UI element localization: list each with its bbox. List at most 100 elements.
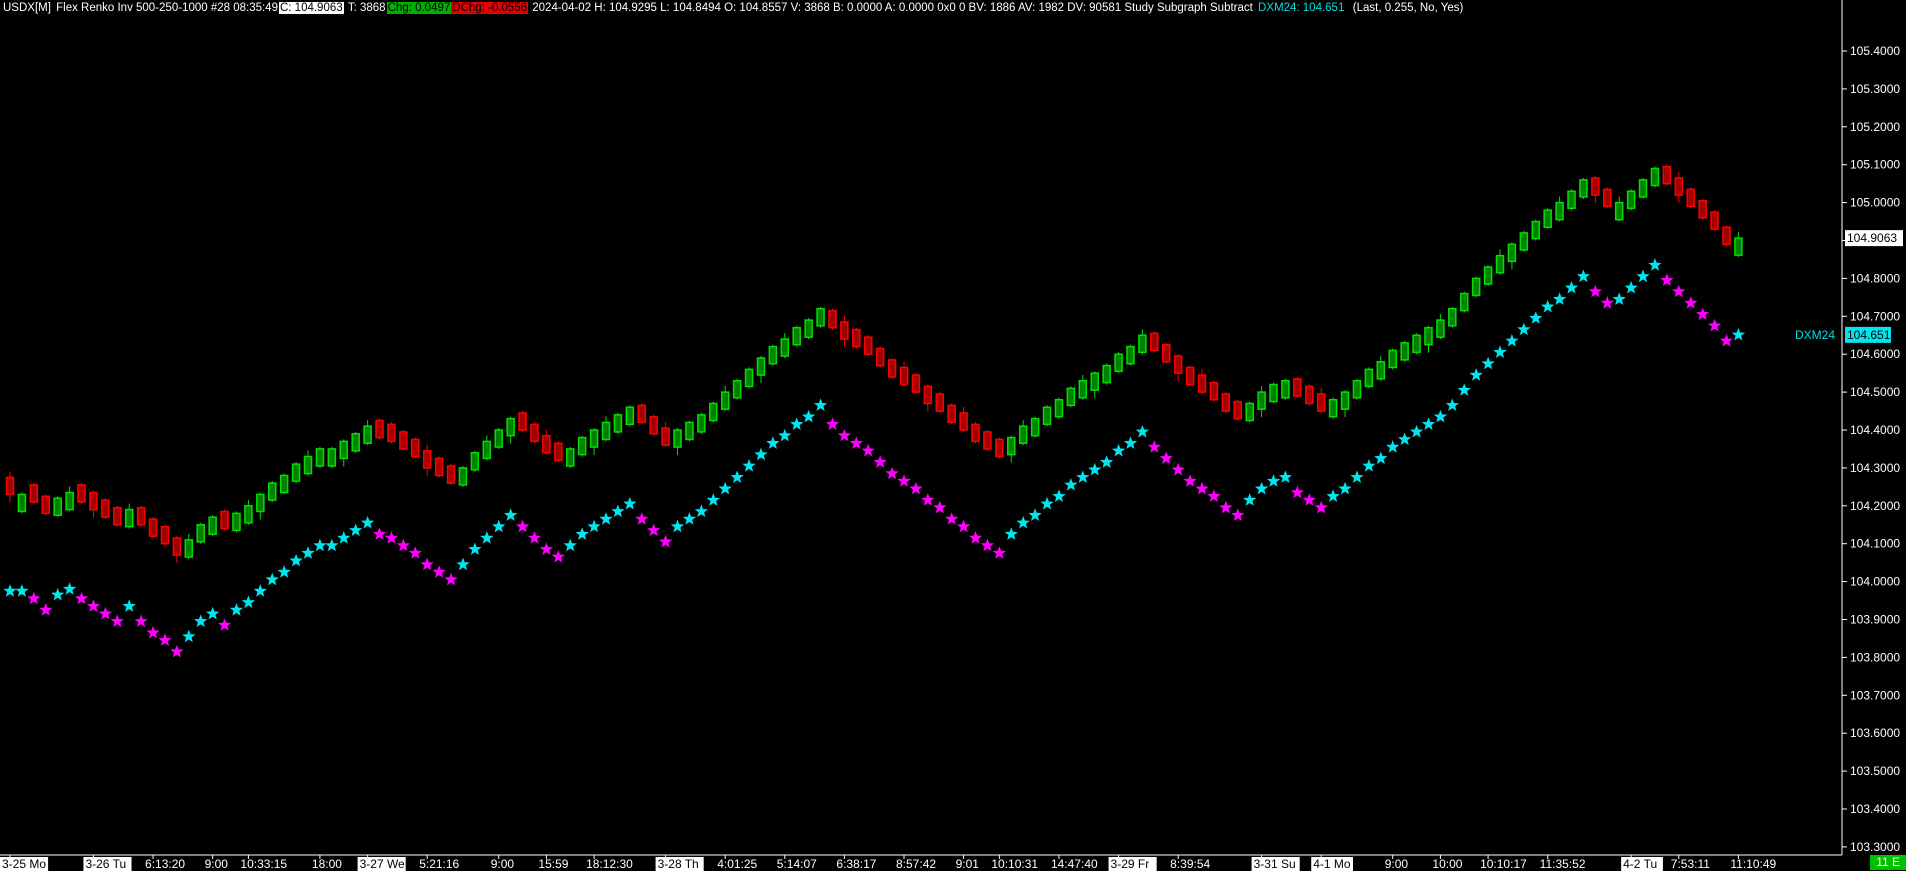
candle-down	[899, 366, 909, 386]
candle-up	[1042, 406, 1052, 426]
candle-down	[136, 506, 146, 526]
star-marker-down	[1719, 333, 1734, 347]
candle-down	[959, 412, 968, 431]
candle-up	[697, 414, 706, 433]
price-tick-label: 104.0000	[1850, 575, 1900, 589]
star-marker-up	[1278, 470, 1293, 483]
star-marker-up	[313, 538, 327, 552]
star-marker-down	[396, 538, 410, 552]
time-label: 10:00	[1432, 857, 1462, 871]
time-label: 10:33:15	[240, 857, 287, 871]
candle-up	[506, 417, 515, 437]
time-label: 10:10:17	[1480, 857, 1527, 871]
candle-up	[1281, 379, 1290, 399]
candle-up	[1626, 190, 1636, 210]
candle-up	[625, 406, 635, 426]
candle-up	[1007, 436, 1016, 456]
candle-up	[327, 448, 337, 467]
candle-up	[482, 440, 492, 460]
star-marker-up	[1576, 269, 1591, 283]
star-marker-down	[1231, 508, 1245, 521]
candle-up	[291, 463, 301, 482]
candle-down	[220, 510, 229, 530]
candle-down	[852, 328, 861, 348]
star-marker-down	[98, 606, 112, 620]
candle-up	[1376, 361, 1386, 380]
bar-details: 2024-04-02 H: 104.9295 L: 104.8494 O: 10…	[532, 2, 1253, 14]
candle-down	[101, 499, 110, 518]
candle-down	[1710, 211, 1719, 230]
candle-up	[1614, 201, 1624, 221]
candle-down	[1305, 385, 1314, 405]
star-marker-down	[1195, 481, 1209, 495]
star-marker-up	[1731, 327, 1746, 341]
candle-up	[577, 436, 587, 456]
candle-up	[1650, 167, 1660, 187]
candle-down	[1150, 332, 1159, 352]
star-marker-up	[1076, 470, 1090, 483]
star-marker-down	[551, 550, 565, 563]
star-marker-down	[647, 523, 661, 537]
candle-up	[184, 539, 194, 558]
candle-up	[1245, 402, 1254, 422]
price-tick-label: 104.6000	[1850, 347, 1900, 361]
star-marker-down	[933, 500, 947, 514]
candle-down	[446, 465, 456, 484]
star-marker-up	[1028, 508, 1042, 521]
candle-down	[923, 385, 933, 405]
price-tick-label: 104.2000	[1850, 499, 1900, 513]
star-marker-down	[885, 466, 899, 480]
star-marker-down	[897, 474, 911, 487]
star-marker-up	[766, 436, 780, 449]
star-marker-up	[1421, 417, 1436, 430]
candle-up	[601, 421, 611, 441]
candle-up	[1364, 368, 1374, 388]
star-marker-up	[1493, 345, 1507, 358]
star-marker-down	[861, 443, 875, 457]
price-axis[interactable]: 105.4000 105.3000 105.2000 105.1000 105.0000…	[1842, 44, 1900, 854]
candle-up	[267, 482, 277, 501]
star-marker-down	[527, 531, 542, 544]
star-marker-up	[3, 584, 17, 597]
star-marker-down	[956, 519, 971, 533]
status-badge[interactable]: 11 E	[1870, 855, 1906, 870]
candle-up	[613, 414, 623, 433]
candle-up	[53, 497, 62, 517]
star-marker-up	[1266, 474, 1281, 487]
star-marker-up	[301, 546, 315, 559]
candle-up	[363, 425, 372, 445]
star-marker-up	[623, 496, 637, 510]
time-label: 7:53:11	[1671, 857, 1710, 871]
last-price-tag: 104.9063	[1847, 231, 1897, 245]
price-tick-label: 103.9000	[1850, 613, 1900, 627]
date-label: 3-27 We	[360, 857, 405, 871]
star-marker-down	[1171, 462, 1185, 476]
star-marker-up	[1648, 258, 1662, 271]
candle-up	[768, 345, 778, 365]
star-marker-up	[492, 519, 506, 533]
candle-up	[1555, 201, 1564, 221]
candle-up	[1066, 387, 1076, 407]
star-marker-up	[241, 595, 256, 609]
star-marker-up	[253, 584, 267, 597]
time-axis[interactable]: 3-25 Mo 3-26 Tu 6:13:20 9:00 10:33:15 18:00 3-…	[0, 855, 1777, 871]
candle-up	[1400, 342, 1409, 361]
star-marker-up	[229, 603, 244, 616]
candle-down	[77, 484, 86, 503]
candle-down	[399, 431, 408, 450]
trades-value: T: 3868	[347, 2, 386, 14]
time-label: 9:00	[205, 857, 229, 871]
star-marker-down	[86, 599, 101, 612]
candle-up	[1507, 243, 1517, 263]
candle-up	[673, 429, 682, 448]
date-label: 4-2 Tu	[1623, 857, 1657, 871]
star-marker-up	[1624, 280, 1638, 294]
candle-down	[935, 393, 945, 412]
price-chart[interactable]: 105.4000 105.3000 105.2000 105.1000 105.0000…	[0, 0, 1906, 871]
price-tick-label: 104.7000	[1850, 309, 1900, 323]
star-marker-down	[74, 591, 89, 605]
star-marker-down	[837, 428, 852, 442]
star-marker-up	[1362, 459, 1376, 472]
time-label: 15:59	[538, 857, 568, 871]
candle-up	[494, 429, 503, 448]
